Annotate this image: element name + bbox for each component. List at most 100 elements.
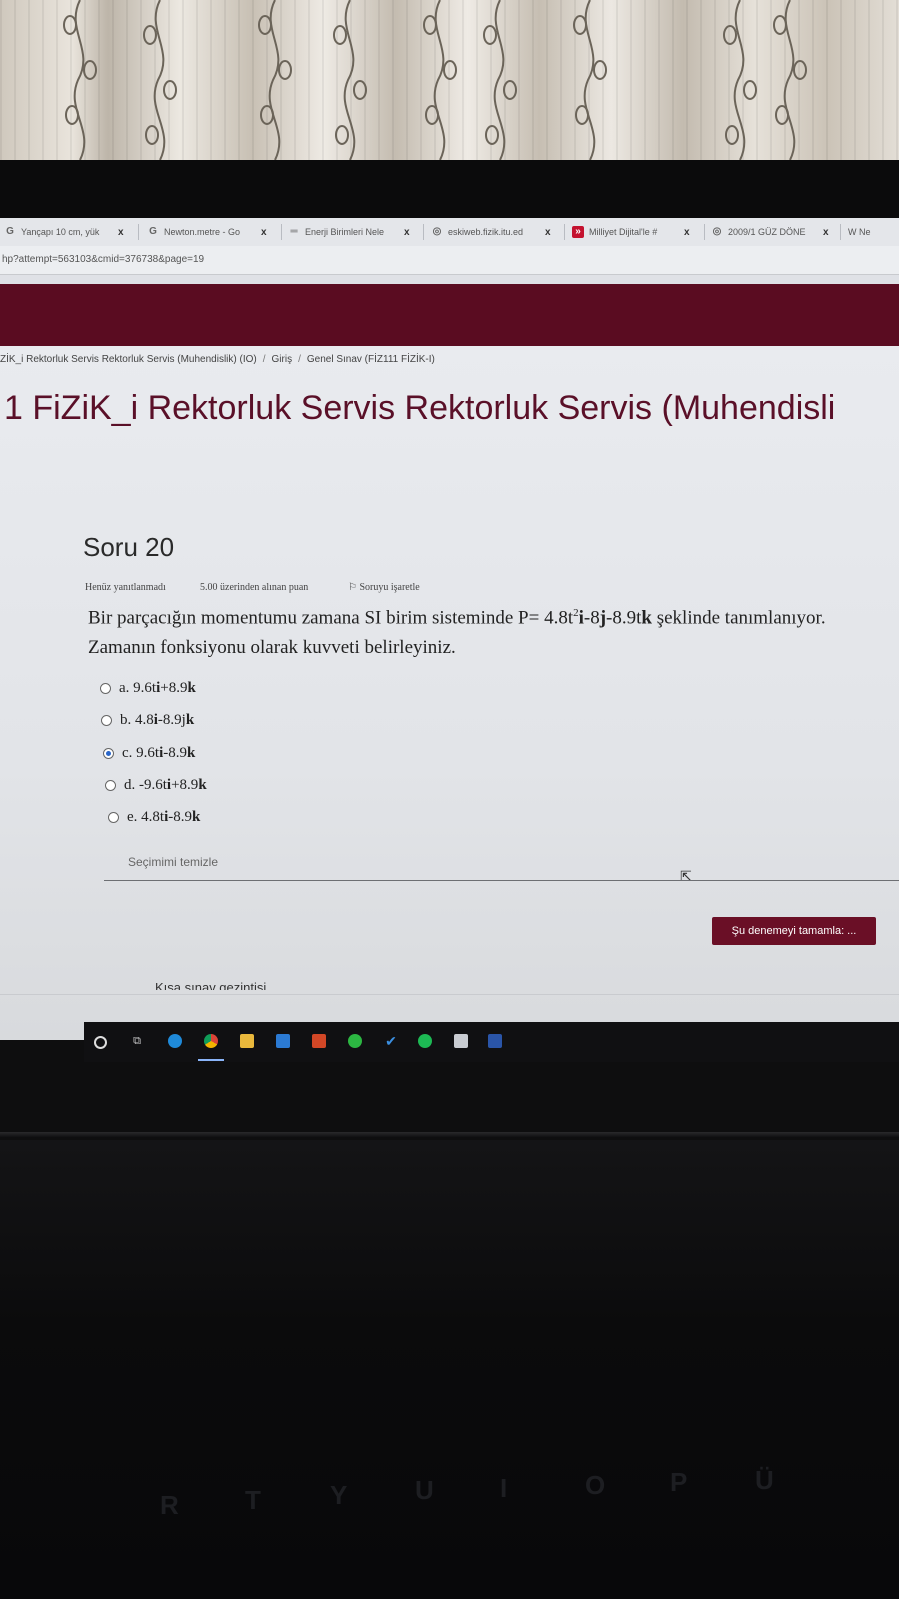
radio-button-selected[interactable] <box>103 748 114 759</box>
option-text: -9.6t <box>139 777 167 793</box>
vine-pattern <box>723 0 757 160</box>
tab-label: Yançapı 10 cm, yük <box>21 227 100 237</box>
close-icon[interactable]: x <box>118 227 124 238</box>
radio-button[interactable] <box>100 683 111 694</box>
option-text: 4.8 <box>135 712 154 728</box>
browser-tab[interactable]: ◎ eskiweb.fizik.itu.ed x <box>431 222 559 242</box>
radio-button[interactable] <box>101 715 112 726</box>
url-text[interactable]: hp?attempt=563103&cmid=376738&page=19 <box>2 254 204 265</box>
app-icon[interactable] <box>488 1034 502 1048</box>
keyboard-key: I <box>500 1473 508 1503</box>
answer-option-e[interactable]: e. 4.8t i -8.9 k <box>108 809 200 826</box>
option-text: 9.6t <box>133 680 157 696</box>
search-circle-icon[interactable] <box>94 1036 107 1049</box>
close-icon[interactable]: x <box>404 227 410 238</box>
globe-icon: ◎ <box>712 226 722 237</box>
option-vector: k <box>185 712 195 728</box>
breadcrumb-separator: / <box>262 354 266 365</box>
quiz-navigation-title: Kısa sınav gezintisi <box>155 980 267 990</box>
option-text: +8.9 <box>160 680 188 696</box>
keyboard-key: T <box>245 1485 261 1515</box>
active-app-indicator <box>198 1059 224 1061</box>
browser-tab[interactable]: ◎ 2009/1 GÜZ DÖNE x <box>711 222 837 242</box>
milliyet-icon: » <box>572 226 584 238</box>
tab-separator <box>704 224 705 240</box>
monitor-bezel <box>0 160 899 218</box>
vine-pattern <box>258 0 292 160</box>
option-letter: c. <box>122 745 133 761</box>
page-title: 1 FiZiK_i Rektorluk Servis Rektorluk Ser… <box>4 389 836 427</box>
mail-icon[interactable] <box>276 1034 290 1048</box>
option-text: 9.6t <box>136 745 160 761</box>
chrome-icon[interactable] <box>204 1034 218 1048</box>
flag-icon: ⚐ <box>348 582 360 593</box>
answer-option-c[interactable]: c. 9.6t i -8.9 k <box>103 745 195 762</box>
option-vector: k <box>198 777 207 793</box>
flag-question[interactable]: ⚐ Soruyu işaretle <box>348 582 420 593</box>
vine-pattern <box>773 0 807 160</box>
breadcrumb-item[interactable]: Giriş <box>272 354 293 365</box>
question-text-part: -8 <box>583 607 600 629</box>
breadcrumb-item[interactable]: Genel Sınav (FİZ111 FİZİK-I) <box>307 354 435 365</box>
question-text-vector: k <box>641 607 652 629</box>
finish-attempt-button[interactable]: Şu denemeyi tamamla: ... <box>712 917 876 945</box>
divider <box>104 880 899 881</box>
keyboard-key: O <box>585 1470 606 1500</box>
answer-option-a[interactable]: a. 9.6t i +8.9 k <box>100 680 196 697</box>
breadcrumb-separator: / <box>298 354 301 365</box>
option-vector: k <box>192 809 201 825</box>
file-explorer-icon[interactable] <box>240 1034 254 1048</box>
clear-selection-link[interactable]: Seçimimi temizle <box>128 855 218 869</box>
option-text: 4.8t <box>141 809 165 825</box>
option-text: +8.9 <box>171 777 199 793</box>
address-bar[interactable]: hp?attempt=563103&cmid=376738&page=19 <box>0 246 899 275</box>
option-text: -8.9 <box>168 809 193 825</box>
keyboard-key: Y <box>330 1480 348 1510</box>
browser-tab[interactable]: » Milliyet Dijital'le # x <box>572 222 700 242</box>
mouse-cursor-icon: ⇱ <box>680 868 692 884</box>
tab-separator <box>564 224 565 240</box>
tab-label: Newton.metre - Go <box>164 227 241 237</box>
close-icon[interactable]: x <box>261 227 267 238</box>
close-icon[interactable]: x <box>823 227 829 238</box>
option-text: -8.9 <box>163 745 188 761</box>
answer-option-b[interactable]: b. 4.8 i -8.9j k <box>101 712 194 729</box>
radio-button[interactable] <box>108 812 119 823</box>
flag-label: Soruyu işaretle <box>359 582 420 593</box>
question-text-part: Bir parçacığın momentumu zamana SI birim… <box>88 607 574 629</box>
laptop-keyboard: R T Y U I O P Ü <box>0 1140 899 1599</box>
browser-tab[interactable]: ═ Enerji Birimleri Nele x <box>288 222 416 242</box>
question-number: Soru 20 <box>83 532 175 562</box>
site-icon: ═ <box>290 226 298 237</box>
close-icon[interactable]: x <box>545 227 551 238</box>
breadcrumb-item[interactable]: ZİK_i Rektorluk Servis Rektorluk Servis … <box>0 354 257 365</box>
edge-icon[interactable] <box>168 1034 182 1048</box>
task-view-icon[interactable]: ⧉ <box>130 1034 144 1048</box>
check-icon[interactable]: ✔ <box>384 1034 398 1048</box>
keyboard-key: P <box>670 1467 688 1497</box>
tab-label: Enerji Birimleri Nele <box>305 227 385 237</box>
answer-option-d[interactable]: d. -9.6t i +8.9 k <box>105 777 207 794</box>
browser-tab[interactable]: G Yançapı 10 cm, yük x <box>4 222 132 242</box>
tab-separator <box>423 224 424 240</box>
whatsapp-icon[interactable] <box>348 1034 362 1048</box>
browser-tab[interactable]: W Ne <box>848 222 899 242</box>
monitor-screen: G Yançapı 10 cm, yük x G Newton.metre - … <box>0 218 899 1040</box>
tab-separator <box>281 224 282 240</box>
question-status: Henüz yanıtlanmadı <box>85 582 166 593</box>
divider <box>0 994 899 995</box>
google-icon: G <box>149 226 157 237</box>
close-icon[interactable]: x <box>684 227 690 238</box>
browser-tab[interactable]: G Newton.metre - Go x <box>147 222 275 242</box>
option-vector: k <box>187 680 196 696</box>
tab-separator <box>840 224 841 240</box>
spotify-icon[interactable] <box>418 1034 432 1048</box>
radio-button[interactable] <box>105 780 116 791</box>
option-letter: a. <box>119 680 130 696</box>
vine-pattern <box>483 0 517 160</box>
office-icon[interactable] <box>312 1034 326 1048</box>
keyboard-key: Ü <box>755 1465 774 1495</box>
vine-pattern <box>333 0 367 160</box>
vine-pattern <box>423 0 457 160</box>
package-icon[interactable] <box>454 1034 468 1048</box>
